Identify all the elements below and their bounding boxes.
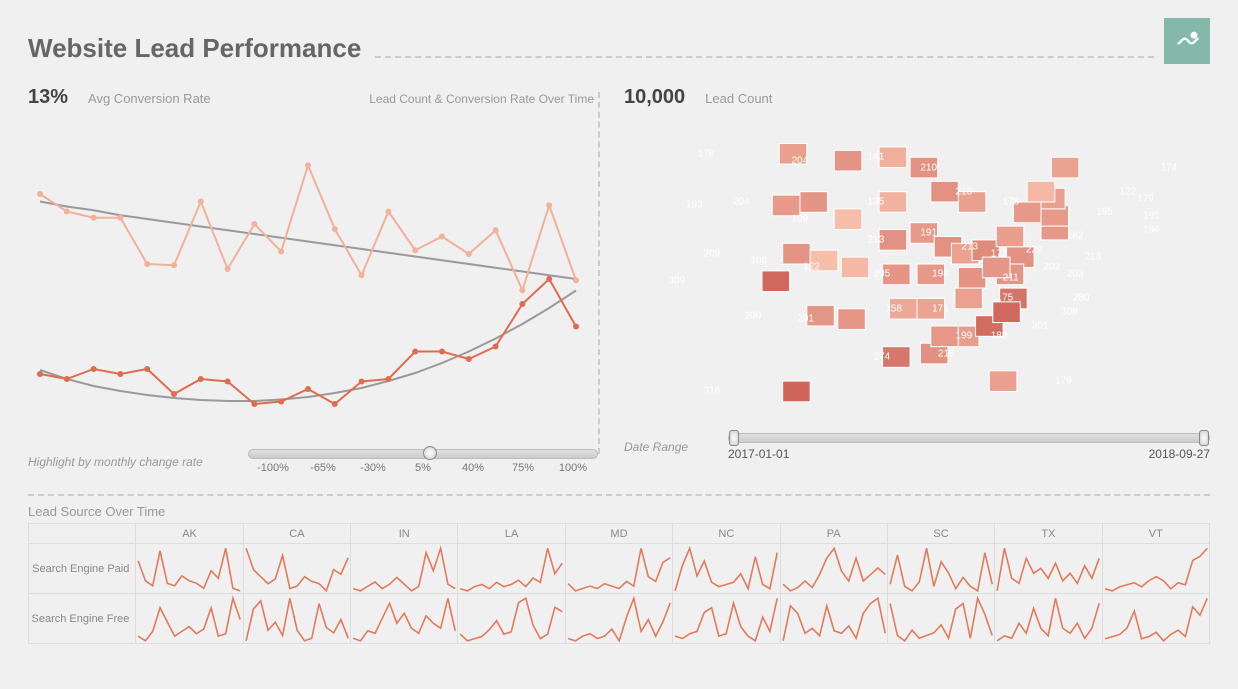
col-header-CA: CA: [243, 524, 350, 544]
spark-Search Engine Free-TX: [995, 594, 1102, 644]
brand-icon: [1173, 27, 1201, 55]
state-PA[interactable]: [996, 226, 1024, 247]
highlight-slider-label: Highlight by monthly change rate: [28, 455, 228, 469]
small-multiples-title: Lead Source Over Time: [28, 504, 1210, 519]
state-FL[interactable]: [989, 371, 1017, 392]
state-MN[interactable]: [910, 157, 938, 178]
avg-conversion-value: 13%: [28, 86, 68, 109]
section-divider: [28, 494, 1210, 496]
state-VT[interactable]: [1027, 181, 1055, 202]
state-IA[interactable]: [910, 223, 938, 244]
date-range-slider[interactable]: [728, 433, 1210, 443]
spark-Search Engine Paid-TX: [995, 544, 1102, 594]
row-header: Search Engine Paid: [29, 544, 136, 594]
lead-count-label: Lead Count: [705, 91, 772, 106]
header-divider: [375, 56, 1154, 58]
spark-Search Engine Paid-VT: [1102, 544, 1209, 594]
state-WV[interactable]: [982, 257, 1010, 278]
state-WA[interactable]: [779, 143, 807, 164]
spark-Search Engine Paid-NC: [673, 544, 780, 594]
state-MI[interactable]: [958, 192, 986, 213]
state-CA[interactable]: [762, 271, 790, 292]
small-multiples-grid: AKCAINLAMDNCPASCTXVT Search Engine PaidSe…: [28, 523, 1210, 644]
spark-Search Engine Paid-SC: [887, 544, 994, 594]
col-header-SC: SC: [887, 524, 994, 544]
spark-Search Engine Free-NC: [673, 594, 780, 644]
state-KS[interactable]: [883, 264, 911, 285]
spark-Search Engine Paid-PA: [780, 544, 887, 594]
state-NM[interactable]: [838, 309, 866, 330]
state-ME[interactable]: [1051, 157, 1079, 178]
state-TN[interactable]: [955, 288, 983, 309]
state-ID[interactable]: [800, 192, 828, 213]
state-NE[interactable]: [879, 230, 907, 251]
col-header-NC: NC: [673, 524, 780, 544]
spark-Search Engine Free-CA: [243, 594, 350, 644]
state-CO[interactable]: [841, 257, 869, 278]
state-MO[interactable]: [917, 264, 945, 285]
state-MS[interactable]: [931, 326, 959, 347]
highlight-slider[interactable]: [248, 449, 598, 459]
highlight-slider-ticks: -100%-65%-30%5%40%75%100%: [248, 462, 598, 474]
state-UT[interactable]: [810, 250, 838, 271]
col-header-MD: MD: [565, 524, 672, 544]
date-range-start: 2017-01-01: [728, 447, 789, 461]
state-SC[interactable]: [993, 302, 1021, 323]
col-header-AK: AK: [136, 524, 243, 544]
row-header: Search Engine Free: [29, 594, 136, 644]
state-MT[interactable]: [834, 150, 862, 171]
brand-logo: [1164, 18, 1210, 64]
avg-conversion-label: Avg Conversion Rate: [88, 91, 211, 106]
conversion-chart-title: Lead Count & Conversion Rate Over Time: [369, 92, 598, 106]
state-OK[interactable]: [889, 298, 917, 319]
state-WI[interactable]: [931, 181, 959, 202]
col-header-PA: PA: [780, 524, 887, 544]
spark-Search Engine Free-MD: [565, 594, 672, 644]
spark-Search Engine Free-IN: [351, 594, 458, 644]
lead-count-value: 10,000: [624, 86, 685, 109]
spark-Search Engine Paid-AK: [136, 544, 243, 594]
date-range-handle-end[interactable]: [1199, 430, 1209, 446]
state-map[interactable]: 3181881712003091221941793011912042131732…: [624, 109, 1210, 419]
spark-Search Engine Paid-CA: [243, 544, 350, 594]
spark-Search Engine Free-LA: [458, 594, 565, 644]
col-header-TX: TX: [995, 524, 1102, 544]
col-header-VT: VT: [1102, 524, 1209, 544]
spark-Search Engine Paid-IN: [351, 544, 458, 594]
state-OR[interactable]: [772, 195, 800, 216]
state-AR[interactable]: [917, 298, 945, 319]
spark-Search Engine Free-AK: [136, 594, 243, 644]
conversion-panel: 13% Avg Conversion Rate Lead Count & Con…: [28, 72, 598, 474]
state-TX[interactable]: [883, 347, 911, 368]
state-AK[interactable]: [783, 381, 811, 402]
page-title: Website Lead Performance: [28, 33, 361, 64]
state-NV[interactable]: [783, 243, 811, 264]
conversion-chart: [28, 129, 598, 439]
spark-Search Engine Paid-MD: [565, 544, 672, 594]
spark-Search Engine Free-SC: [887, 594, 994, 644]
date-range-handle-start[interactable]: [729, 430, 739, 446]
state-NY[interactable]: [1013, 202, 1041, 223]
leadcount-panel: 10,000 Lead Count 3181881712003091221941…: [600, 72, 1210, 474]
state-AZ[interactable]: [807, 305, 835, 326]
spark-Search Engine Free-VT: [1102, 594, 1209, 644]
state-KY[interactable]: [958, 267, 986, 288]
highlight-slider-handle[interactable]: [423, 446, 437, 460]
spark-Search Engine Free-PA: [780, 594, 887, 644]
date-range-end: 2018-09-27: [1149, 447, 1210, 461]
state-ND[interactable]: [879, 147, 907, 168]
col-header-IN: IN: [351, 524, 458, 544]
spark-Search Engine Paid-LA: [458, 544, 565, 594]
col-header-LA: LA: [458, 524, 565, 544]
date-range-label: Date Range: [624, 440, 704, 454]
state-SD[interactable]: [879, 192, 907, 213]
state-WY[interactable]: [834, 209, 862, 230]
